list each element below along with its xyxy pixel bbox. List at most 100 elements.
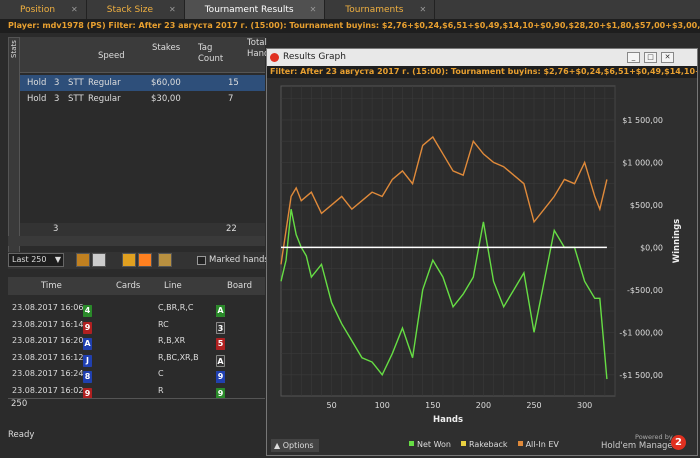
table-cell: Hold xyxy=(27,78,47,88)
legend-item[interactable]: All-In EV xyxy=(526,440,559,449)
marked-hands-checkbox[interactable] xyxy=(197,256,206,265)
list-item[interactable]: 23.08.2017 16:02A9R4599 xyxy=(8,383,265,400)
card: 3 xyxy=(216,321,225,334)
col-cards[interactable]: Cards xyxy=(116,281,140,291)
close-icon[interactable]: ✕ xyxy=(71,5,78,14)
legend-item[interactable]: Net Won xyxy=(417,440,451,449)
close-icon[interactable]: ✕ xyxy=(310,5,317,14)
close-icon[interactable]: ✕ xyxy=(169,5,176,14)
chevron-down-icon: ▼ xyxy=(54,255,61,264)
col-tag-count[interactable]: Tag Count xyxy=(198,43,226,65)
results-graph-window: Results Graph _ □ ✕ Filter: After 23 авг… xyxy=(266,48,698,456)
brand-name: Hold'em Manager xyxy=(601,441,677,451)
y-tick-label: $500,00 xyxy=(630,201,663,210)
brand-logo-icon: 2 xyxy=(671,435,686,450)
table-cell: Regular xyxy=(88,94,121,104)
marked-hands-label: Marked hands xyxy=(209,255,269,265)
range-select[interactable]: Last 250 ▼ xyxy=(8,253,64,267)
hand-line: R,BC,XR,B xyxy=(158,352,199,362)
y-axis-label: Winnings xyxy=(672,219,682,264)
card: 4 xyxy=(83,305,92,317)
x-tick-label: 100 xyxy=(375,401,390,410)
card: 9 xyxy=(83,321,92,334)
x-tick-label: 50 xyxy=(327,401,337,410)
hand-time: 23.08.2017 16:24 xyxy=(12,369,84,378)
tab-label: Position xyxy=(20,4,56,15)
filter-bar: Player: mdv1978 (PS) Filter: After 23 ав… xyxy=(0,19,700,33)
hand-time: 23.08.2017 16:14 xyxy=(12,319,84,329)
col-board[interactable]: Board xyxy=(227,281,252,291)
results-chart: 50 100 150 200 250 300 -$1 500,00 -$1 000,00 -$5… xyxy=(280,85,682,425)
table-row[interactable]: Hold 3 STT Regular $30,00 7 xyxy=(20,91,265,107)
chart-icon[interactable] xyxy=(138,253,152,267)
maximize-icon[interactable]: □ xyxy=(644,52,657,63)
results-totals: 3 22 xyxy=(20,223,265,236)
tab-2[interactable]: Tournament Results ✕ xyxy=(184,0,326,19)
tab-0[interactable]: Position ✕ xyxy=(0,0,87,19)
col-time[interactable]: Time xyxy=(41,281,62,291)
range-select-value: Last 250 xyxy=(12,255,47,264)
y-tick-label: -$500,00 xyxy=(627,286,663,295)
y-tick-label: $1 500,00 xyxy=(622,116,663,125)
list-item[interactable]: 23.08.2017 16:12AJR,BC,XR,B738A xyxy=(8,350,265,367)
trophy-icon[interactable] xyxy=(158,253,172,267)
minimize-icon[interactable]: _ xyxy=(627,52,640,63)
legend: Net Won Rakeback All-In EV xyxy=(399,440,559,449)
options-button[interactable]: ▲ Options xyxy=(271,439,319,452)
col-stakes[interactable]: Stakes xyxy=(152,43,180,54)
table-cell: Regular xyxy=(88,78,121,88)
powered-by-label: Powered by xyxy=(635,433,673,441)
stats-tab-label: Stats xyxy=(10,40,18,58)
tab-1[interactable]: Stack Size ✕ xyxy=(87,0,185,19)
table-cell: STT xyxy=(68,78,84,88)
card: 8 xyxy=(83,371,92,383)
card: 5 xyxy=(216,338,225,350)
card: A xyxy=(216,305,225,317)
table-cell: $60,00 xyxy=(151,78,181,88)
legend-swatch xyxy=(517,441,523,446)
table-cell: 15 xyxy=(228,78,239,88)
tab-label: Tournaments xyxy=(345,4,404,15)
y-tick-label: $1 000,00 xyxy=(622,158,663,167)
list-item[interactable]: 23.08.2017 16:24K8C84J9 xyxy=(8,366,265,383)
graph-window-title: Results Graph xyxy=(283,52,346,62)
hand-time: 23.08.2017 16:20 xyxy=(12,336,84,345)
hand-line: R,B,XR xyxy=(158,336,186,345)
hand-time: 23.08.2017 16:12 xyxy=(12,352,84,362)
hand-line: C xyxy=(158,369,164,378)
stats-side-tab[interactable]: Stats xyxy=(8,37,20,257)
total-tag-count: 22 xyxy=(226,224,237,234)
app-logo-icon xyxy=(270,53,279,62)
card: A xyxy=(216,354,225,367)
list-item[interactable]: 23.08.2017 16:14A9RC9KA3 xyxy=(8,317,265,334)
col-line[interactable]: Line xyxy=(164,281,182,291)
x-tick-label: 250 xyxy=(526,401,541,410)
col-speed[interactable]: Speed xyxy=(98,51,125,62)
close-icon[interactable]: ✕ xyxy=(419,5,426,14)
table-cell: STT xyxy=(68,94,84,104)
hand-line: RC xyxy=(158,319,169,329)
grid-icon[interactable] xyxy=(122,253,136,267)
table-cell: 3 xyxy=(54,94,60,104)
list-item[interactable]: 23.08.2017 16:20AAR,B,XR9245 xyxy=(8,333,265,350)
results-table-header: Speed Stakes Tag Count Total Hands xyxy=(20,37,269,73)
list-item[interactable]: 23.08.2017 16:0694C,BR,R,C975A xyxy=(8,300,265,317)
horizontal-scrollbar[interactable] xyxy=(8,236,265,246)
x-tick-label: 200 xyxy=(476,401,491,410)
y-tick-label: $0,00 xyxy=(640,243,663,252)
table-row[interactable]: Hold 3 STT Regular $60,00 15 xyxy=(20,75,265,91)
close-icon[interactable]: ✕ xyxy=(661,52,674,63)
legend-item[interactable]: Rakeback xyxy=(469,440,508,449)
tab-bar: Position ✕ Stack Size ✕ Tournament Results ✕ T… xyxy=(0,0,700,19)
plot-area xyxy=(280,85,616,397)
card: 9 xyxy=(216,371,225,383)
graph-filter-bar: Filter: After 23 августа 2017 г. (15:00)… xyxy=(267,66,697,78)
tab-3[interactable]: Tournaments ✕ xyxy=(325,0,436,19)
hands-count-field[interactable]: 250 xyxy=(8,398,265,411)
legend-swatch xyxy=(409,441,414,446)
y-tick-label: -$1 500,00 xyxy=(619,371,663,380)
dice-icon[interactable] xyxy=(92,253,106,267)
x-axis-label: Hands xyxy=(433,415,463,425)
y-tick-label: -$1 000,00 xyxy=(619,328,663,337)
rewind-icon[interactable] xyxy=(76,253,90,267)
